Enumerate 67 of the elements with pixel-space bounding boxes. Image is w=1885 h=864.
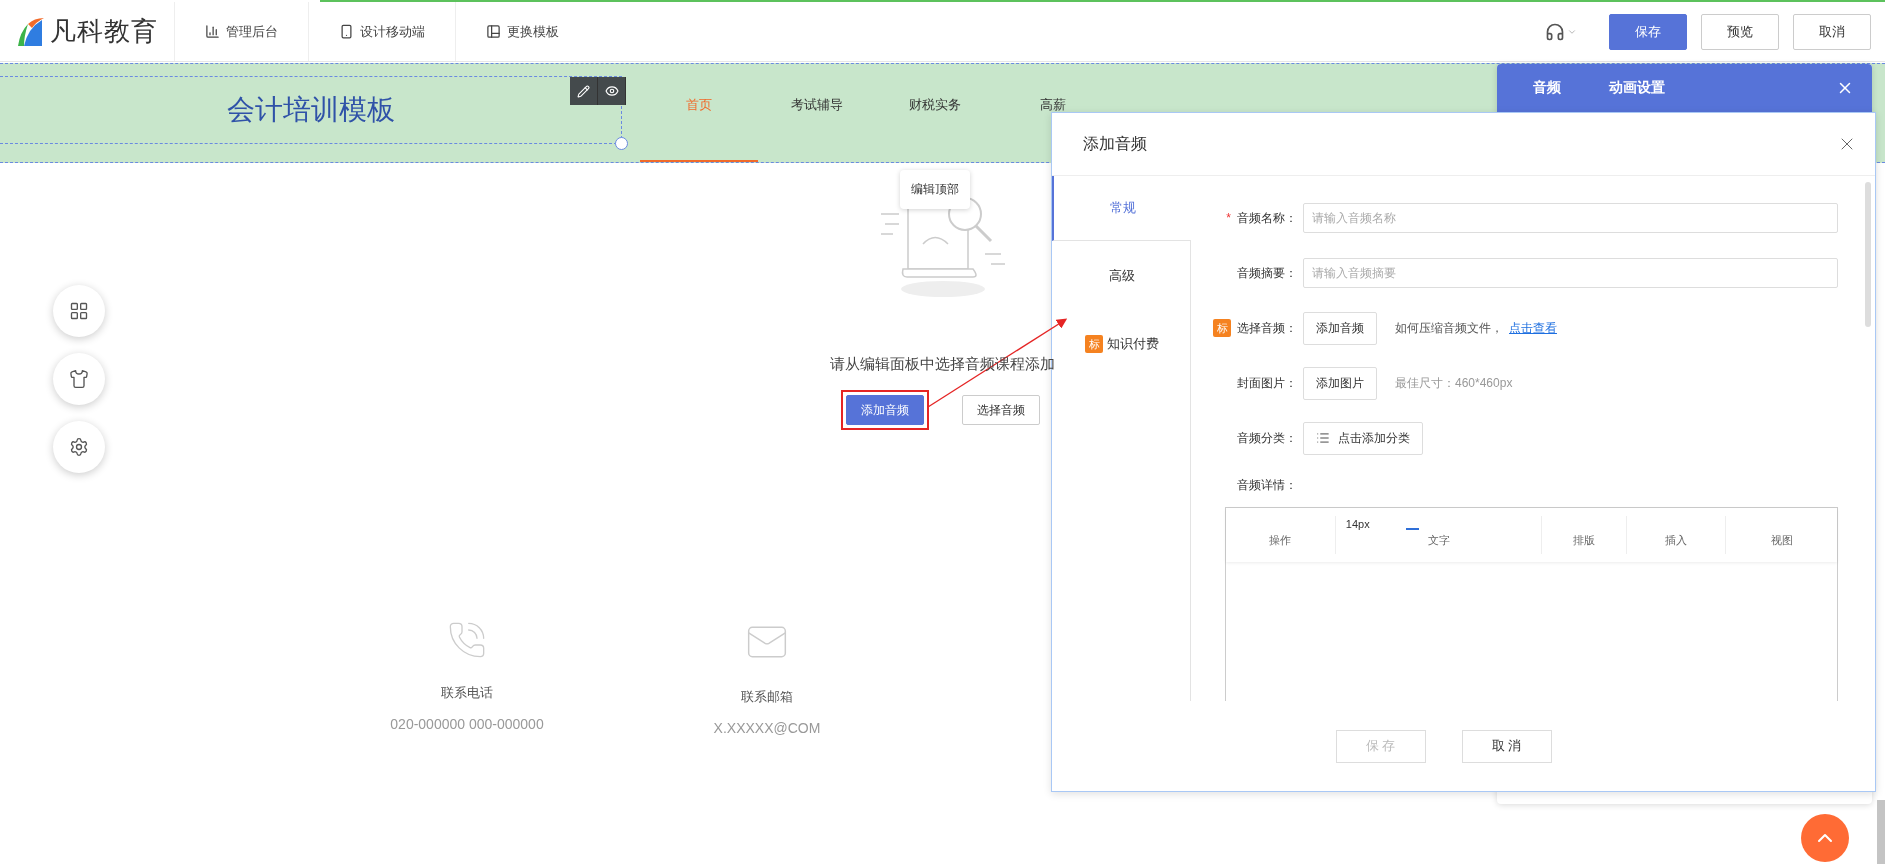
upload-button[interactable]: 添加音频 — [1303, 311, 1377, 345]
audio-button[interactable]: 选择音频 — [961, 395, 1040, 425]
nav-item[interactable]: 更换模板 — [456, 2, 589, 61]
list-icon — [1316, 431, 1330, 445]
panel-tab[interactable]: 音频 — [1533, 79, 1561, 97]
contact-value: 020-000000 000-000000 — [390, 716, 544, 732]
category-button[interactable]: 点击添加分类 — [1303, 421, 1423, 455]
logo-text: 凡科教育 — [50, 15, 158, 48]
shirt-icon — [69, 369, 89, 389]
field-label: 音频分类： — [1237, 429, 1297, 447]
contact-label: 联系电话 — [441, 684, 493, 702]
upload-button[interactable]: 添加图片 — [1303, 366, 1377, 400]
dialog-title: 添加音频 — [1083, 133, 1147, 154]
pencil-icon — [577, 84, 590, 98]
eye-icon — [604, 84, 619, 98]
edit-button[interactable] — [570, 77, 598, 105]
back-to-top-button[interactable] — [1801, 814, 1849, 862]
text-field[interactable]: 请输入音频摘要 — [1303, 258, 1838, 288]
contact-label: 联系邮箱 — [741, 688, 793, 706]
footer-button[interactable]: 取 消 — [1461, 729, 1552, 763]
tooltip: 编辑顶部 — [900, 170, 970, 209]
layout-icon — [486, 24, 501, 39]
hint-text: 最佳尺寸：460*460px — [1395, 374, 1513, 392]
headset-icon — [1545, 21, 1565, 42]
field-label: 音频详情： — [1237, 476, 1297, 494]
site-nav-item[interactable]: 财税实务 — [876, 64, 994, 162]
tag-badge: 标 — [1213, 319, 1231, 337]
nav-item[interactable]: 设计移动端 — [309, 2, 456, 61]
action-button[interactable]: 预览 — [1701, 13, 1779, 50]
toolbar-group-label: 视图 — [1770, 533, 1793, 548]
settings-button[interactable] — [53, 421, 105, 473]
toolbar-group-label: 操作 — [1269, 533, 1292, 548]
site-nav-item[interactable]: 考试辅导 — [758, 64, 876, 162]
logo-icon — [16, 15, 46, 48]
support-menu[interactable] — [1545, 21, 1577, 42]
field-label: 音频名称： — [1237, 209, 1297, 227]
field-label: 音频摘要： — [1237, 264, 1297, 282]
help-link[interactable]: 点击查看 — [1509, 319, 1557, 337]
components-button[interactable] — [53, 285, 105, 337]
toolbar-group-label: 排版 — [1573, 533, 1596, 548]
field-label: 选择音频： — [1237, 319, 1297, 337]
audio-button[interactable]: 添加音频 — [845, 395, 924, 425]
required-mark: * — [1226, 211, 1231, 225]
dialog-tab[interactable]: 常规 — [1052, 176, 1191, 241]
site-title: 会计培训模板 — [226, 93, 395, 127]
tag-badge: 标 — [1085, 335, 1103, 353]
settings-icon — [69, 437, 89, 457]
preview-button[interactable] — [598, 77, 626, 105]
panel-tab[interactable]: 动画设置 — [1609, 79, 1665, 97]
nav-item[interactable]: 管理后台 — [175, 2, 309, 61]
contact-value: X.XXXXX@COM — [713, 720, 821, 736]
toolbar-group-label: 插入 — [1665, 533, 1688, 548]
font-size-select[interactable]: 14px — [1345, 518, 1370, 530]
chart-icon — [205, 24, 220, 39]
grid-icon — [69, 301, 89, 321]
hint-text: 如何压缩音频文件， — [1395, 319, 1503, 337]
toolbar-group-label: 文字 — [1427, 533, 1450, 548]
resize-handle[interactable] — [615, 137, 628, 150]
action-button[interactable]: 取消 — [1793, 13, 1871, 50]
action-button[interactable]: 保存 — [1609, 13, 1687, 50]
scrollbar — [1877, 800, 1885, 864]
phone-icon — [339, 24, 354, 39]
theme-button[interactable] — [53, 353, 105, 405]
text-field[interactable]: 请输入音频名称 — [1303, 203, 1838, 233]
field-label: 封面图片： — [1237, 374, 1297, 392]
phone-icon — [447, 620, 487, 660]
empty-message: 请从编辑面板中选择音频课程添加 — [830, 355, 1055, 374]
